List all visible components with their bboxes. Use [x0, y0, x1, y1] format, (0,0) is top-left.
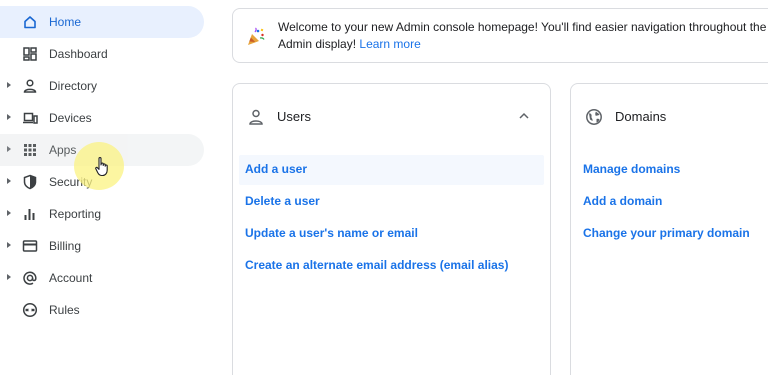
person-icon [247, 108, 265, 126]
add-domain-link[interactable]: Add a domain [583, 193, 662, 209]
sidebar-item-home[interactable]: Home [0, 6, 204, 38]
sidebar-item-label: Devices [49, 111, 92, 125]
home-icon [22, 14, 38, 30]
expand-caret-icon[interactable] [7, 178, 11, 184]
sidebar: Home Dashboard Directory Devices Apps Se… [0, 0, 215, 375]
shield-icon [22, 174, 38, 190]
users-card: Users Add a user Delete a user Update a … [232, 83, 551, 375]
sidebar-item-label: Rules [49, 303, 80, 317]
sidebar-item-directory[interactable]: Directory [0, 70, 204, 102]
create-email-alias-link[interactable]: Create an alternate email address (email… [245, 257, 508, 273]
manage-domains-link[interactable]: Manage domains [583, 161, 680, 177]
hand-pointer-cursor-icon [95, 157, 108, 177]
welcome-banner: Welcome to your new Admin console homepa… [232, 8, 768, 63]
credit-card-icon [22, 238, 38, 254]
domains-card: Domains Manage domains Add a domain Chan… [570, 83, 768, 375]
sidebar-item-rules[interactable]: Rules [0, 294, 204, 326]
add-user-link[interactable]: Add a user [245, 161, 307, 177]
sidebar-item-label: Dashboard [49, 47, 108, 61]
dashboard-icon [22, 46, 38, 62]
admin-console: Home Dashboard Directory Devices Apps Se… [0, 0, 768, 375]
sidebar-item-billing[interactable]: Billing [0, 230, 204, 262]
bar-chart-icon [22, 206, 38, 222]
learn-more-link[interactable]: Learn more [359, 37, 420, 51]
globe-icon [585, 108, 603, 126]
sidebar-item-devices[interactable]: Devices [0, 102, 204, 134]
sidebar-item-label: Account [49, 271, 93, 285]
at-sign-icon [22, 270, 38, 286]
sidebar-item-reporting[interactable]: Reporting [0, 198, 204, 230]
expand-caret-icon[interactable] [7, 242, 11, 248]
expand-caret-icon[interactable] [7, 114, 11, 120]
person-icon [22, 78, 38, 94]
rules-icon [22, 302, 38, 318]
delete-user-link[interactable]: Delete a user [245, 193, 320, 209]
apps-grid-icon [22, 142, 38, 158]
sidebar-item-account[interactable]: Account [0, 262, 204, 294]
card-title: Users [277, 109, 311, 124]
expand-caret-icon[interactable] [7, 274, 11, 280]
sidebar-item-label: Billing [49, 239, 82, 253]
update-user-link[interactable]: Update a user's name or email [245, 225, 418, 241]
card-title: Domains [615, 109, 667, 124]
banner-text: Welcome to your new Admin console homepa… [278, 20, 767, 51]
party-popper-icon [246, 27, 266, 47]
expand-caret-icon[interactable] [7, 82, 11, 88]
sidebar-item-label: Apps [49, 143, 77, 157]
change-primary-domain-link[interactable]: Change your primary domain [583, 225, 750, 241]
expand-caret-icon[interactable] [7, 210, 11, 216]
sidebar-item-label: Reporting [49, 207, 102, 221]
chevron-up-icon[interactable] [517, 109, 531, 123]
sidebar-item-dashboard[interactable]: Dashboard [0, 38, 204, 70]
devices-icon [22, 110, 38, 126]
expand-caret-icon[interactable] [7, 146, 11, 152]
banner-message: Welcome to your new Admin console homepa… [278, 19, 768, 53]
sidebar-item-label: Directory [49, 79, 98, 93]
sidebar-item-label: Home [49, 15, 82, 29]
